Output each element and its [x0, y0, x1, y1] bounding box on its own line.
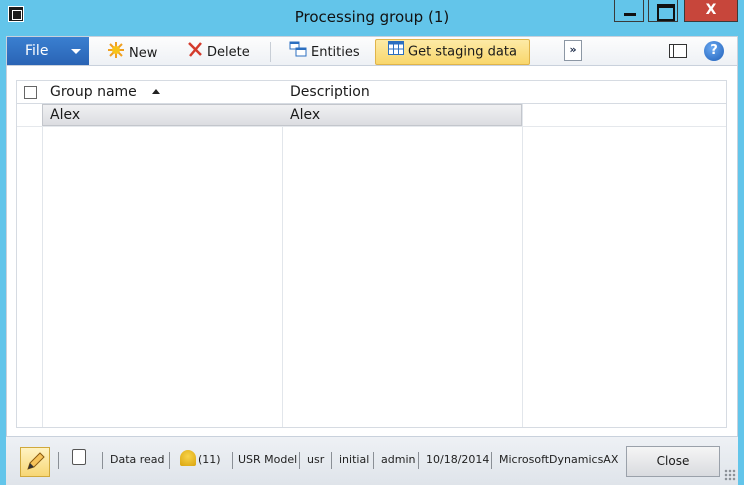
maximize-button[interactable]	[648, 0, 678, 22]
pencil-icon	[27, 452, 45, 470]
column-header-description[interactable]: Description	[282, 81, 522, 103]
status-separator	[299, 452, 300, 469]
instance-status: MicrosoftDynamicsAX	[499, 453, 619, 466]
minimize-button[interactable]	[614, 0, 644, 22]
help-icon[interactable]: ?	[704, 41, 724, 61]
user-status: admin	[381, 453, 416, 466]
edit-mode-button[interactable]	[20, 447, 50, 477]
ribbon-separator	[270, 42, 271, 62]
file-menu-button[interactable]: File	[7, 37, 89, 65]
status-separator	[232, 452, 233, 469]
file-menu-label: File	[25, 43, 49, 59]
model-status: USR Model	[238, 453, 298, 466]
status-bar: Data read (11) USR Model usr initial adm…	[6, 436, 738, 485]
title-bar: Processing group (1) X	[0, 0, 744, 34]
entities-button[interactable]: Entities	[289, 41, 360, 63]
processing-group-grid: Group name Description Alex Alex	[16, 80, 727, 428]
resize-grip[interactable]	[724, 469, 736, 481]
date-status: 10/18/2014	[426, 453, 490, 466]
close-window-button[interactable]: X	[684, 0, 738, 22]
panel-layout-icon[interactable]	[669, 44, 687, 58]
column-header-label: Description	[290, 84, 370, 100]
table-row[interactable]: Alex Alex	[17, 104, 726, 127]
get-staging-data-button[interactable]: Get staging data	[375, 39, 530, 65]
form-body: Group name Description Alex Alex	[6, 66, 738, 436]
get-staging-data-label: Get staging data	[408, 44, 517, 60]
new-star-icon	[107, 41, 125, 66]
status-separator	[169, 452, 170, 469]
status-separator	[373, 452, 374, 469]
app-window: Processing group (1) X File New Delete E…	[0, 0, 744, 485]
new-button[interactable]: New	[107, 41, 157, 63]
column-header-group-name[interactable]: Group name	[42, 81, 282, 103]
grid-divider	[42, 81, 43, 427]
chevron-down-icon	[71, 49, 81, 54]
entities-icon	[289, 41, 307, 64]
delete-button[interactable]: Delete	[187, 41, 250, 63]
status-separator	[418, 452, 419, 469]
bell-icon[interactable]	[180, 450, 196, 466]
select-all-checkbox[interactable]	[24, 86, 37, 99]
close-button[interactable]: Close	[626, 446, 720, 477]
new-button-label: New	[129, 46, 158, 61]
sort-ascending-icon	[152, 89, 160, 94]
status-separator	[102, 452, 103, 469]
grid-header: Group name Description	[17, 81, 726, 104]
company-status: initial	[339, 453, 370, 466]
status-separator	[491, 452, 492, 469]
delete-button-label: Delete	[207, 45, 250, 60]
action-pane: File New Delete Entities Get staging dat…	[6, 36, 738, 66]
status-separator	[331, 452, 332, 469]
alerts-count[interactable]: (11)	[198, 453, 221, 466]
grid-divider	[522, 81, 523, 427]
attachment-icon[interactable]	[72, 449, 86, 465]
delete-x-icon	[187, 41, 203, 64]
grid-table-icon	[388, 40, 404, 64]
entities-button-label: Entities	[311, 45, 360, 60]
layer-status: usr	[307, 453, 325, 466]
grid-divider	[282, 81, 283, 427]
more-actions-button[interactable]: »	[564, 40, 582, 61]
column-header-label: Group name	[50, 84, 137, 100]
status-separator	[58, 452, 59, 469]
group-name-cell[interactable]: Alex	[42, 104, 80, 126]
data-status: Data read	[110, 453, 165, 466]
description-cell[interactable]: Alex	[282, 104, 320, 126]
